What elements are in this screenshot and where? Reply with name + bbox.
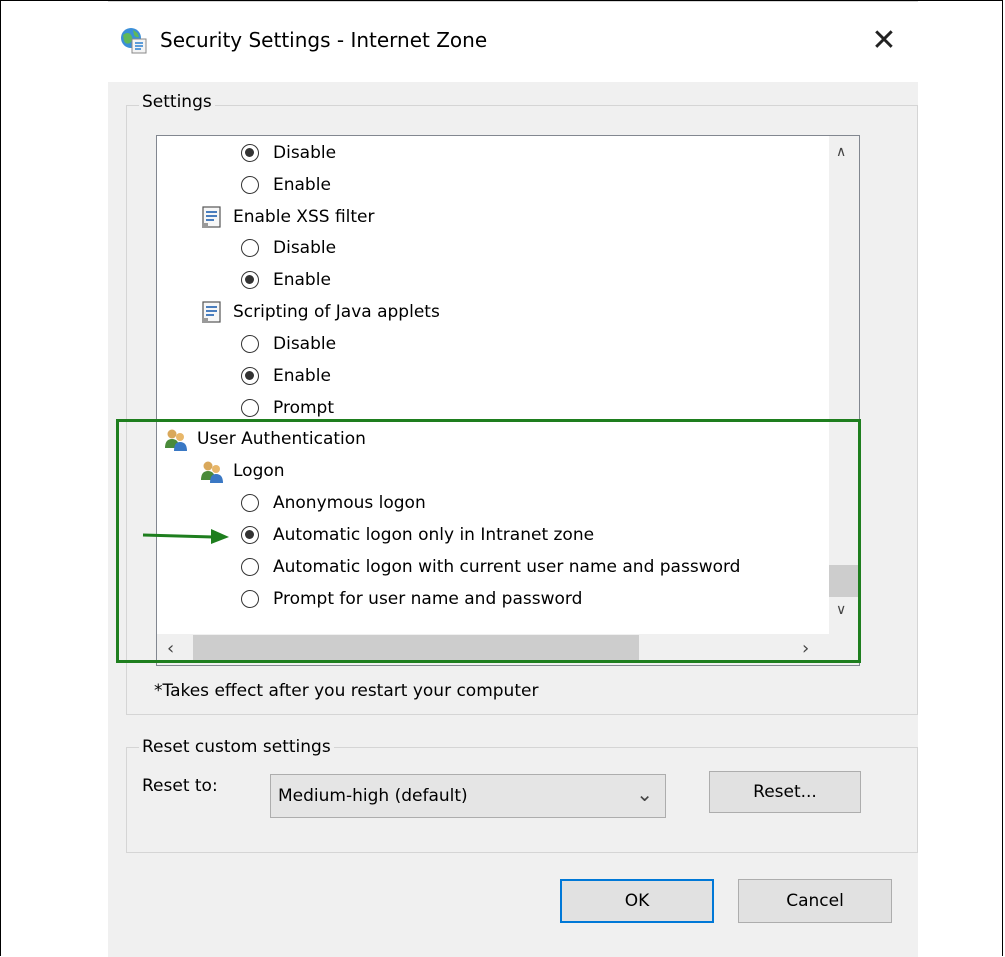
scroll-left-icon[interactable]: ‹ [167, 638, 174, 659]
setting-label: Enable XSS filter [233, 207, 375, 227]
vertical-scroll-thumb[interactable] [829, 565, 859, 597]
close-icon: ✕ [871, 22, 897, 58]
radio-checked-icon[interactable] [241, 271, 259, 289]
scroll-up-icon[interactable]: ∧ [836, 144, 846, 160]
restart-footnote: *Takes effect after you restart your com… [154, 681, 539, 701]
script-icon [199, 204, 225, 230]
dialog-title: Security Settings - Internet Zone [160, 28, 488, 52]
setting-option-radio[interactable]: Enable [241, 170, 331, 200]
setting-label: Enable [273, 270, 331, 290]
setting-option-radio[interactable]: Anonymous logon [241, 488, 426, 518]
setting-label: Scripting of Java applets [233, 302, 440, 322]
reset-level-dropdown[interactable]: Medium-high (default) ⌄ [270, 774, 666, 818]
ok-button[interactable]: OK [560, 879, 714, 923]
radio-checked-icon[interactable] [241, 526, 259, 544]
setting-label: Disable [273, 334, 337, 354]
horizontal-scroll-thumb[interactable] [193, 635, 639, 663]
setting-label: Disable [273, 238, 337, 258]
setting-option-radio[interactable]: Enable [241, 265, 331, 295]
radio-checked-icon[interactable] [241, 144, 259, 162]
scroll-down-icon[interactable]: ∨ [836, 602, 846, 618]
setting-option-radio[interactable]: Automatic logon only in Intranet zone [241, 520, 594, 550]
scroll-right-icon[interactable]: › [802, 638, 809, 659]
title-bar: Security Settings - Internet Zone ✕ [108, 2, 918, 82]
vertical-scrollbar[interactable]: ∧ ∨ [829, 136, 859, 629]
radio-unchecked-icon[interactable] [241, 494, 259, 512]
setting-label: Logon [233, 461, 285, 481]
users-icon [163, 426, 189, 452]
reset-to-label: Reset to: [142, 776, 218, 796]
setting-category: Enable XSS filter [199, 202, 375, 232]
radio-unchecked-icon[interactable] [241, 558, 259, 576]
reset-group-label: Reset custom settings [139, 737, 334, 757]
scrollbar-corner [829, 629, 859, 665]
setting-option-radio[interactable]: Prompt [241, 393, 334, 423]
script-icon [199, 299, 225, 325]
setting-label: Automatic logon only in Intranet zone [273, 525, 595, 545]
security-settings-dialog: Security Settings - Internet Zone ✕ Sett… [108, 1, 918, 957]
setting-label: Automatic logon with current user name a… [273, 557, 741, 577]
setting-label: User Authentication [197, 429, 366, 449]
reset-level-value: Medium-high (default) [278, 786, 468, 806]
radio-unchecked-icon[interactable] [241, 335, 259, 353]
settings-group-label: Settings [139, 92, 215, 112]
setting-option-radio[interactable]: Enable [241, 361, 331, 391]
setting-option-radio[interactable]: Disable [241, 329, 336, 359]
radio-unchecked-icon[interactable] [241, 399, 259, 417]
setting-label: Disable [273, 143, 337, 163]
users-icon [199, 458, 225, 484]
setting-label: Prompt for user name and password [273, 589, 583, 609]
internet-globe-icon [121, 28, 147, 54]
setting-category: User Authentication [163, 424, 366, 454]
setting-option-radio[interactable]: Disable [241, 233, 336, 263]
setting-label: Enable [273, 175, 331, 195]
setting-label: Prompt [273, 398, 334, 418]
radio-checked-icon[interactable] [241, 367, 259, 385]
setting-label: Enable [273, 366, 331, 386]
horizontal-scrollbar[interactable]: ‹ › [157, 634, 829, 665]
reset-button[interactable]: Reset... [709, 771, 861, 813]
close-button[interactable]: ✕ [862, 20, 906, 60]
setting-category: Scripting of Java applets [199, 297, 440, 327]
setting-option-radio[interactable]: Automatic logon with current user name a… [241, 552, 740, 582]
radio-unchecked-icon[interactable] [241, 239, 259, 257]
chevron-down-icon: ⌄ [636, 782, 653, 806]
setting-option-radio[interactable]: Disable [241, 138, 336, 168]
setting-category: Logon [199, 456, 285, 486]
radio-unchecked-icon[interactable] [241, 176, 259, 194]
cancel-button[interactable]: Cancel [738, 879, 892, 923]
radio-unchecked-icon[interactable] [241, 590, 259, 608]
setting-label: Anonymous logon [273, 493, 426, 513]
setting-option-radio[interactable]: Prompt for user name and password [241, 584, 582, 614]
settings-tree-list[interactable]: Prompt for user name and password Automat… [156, 135, 860, 666]
